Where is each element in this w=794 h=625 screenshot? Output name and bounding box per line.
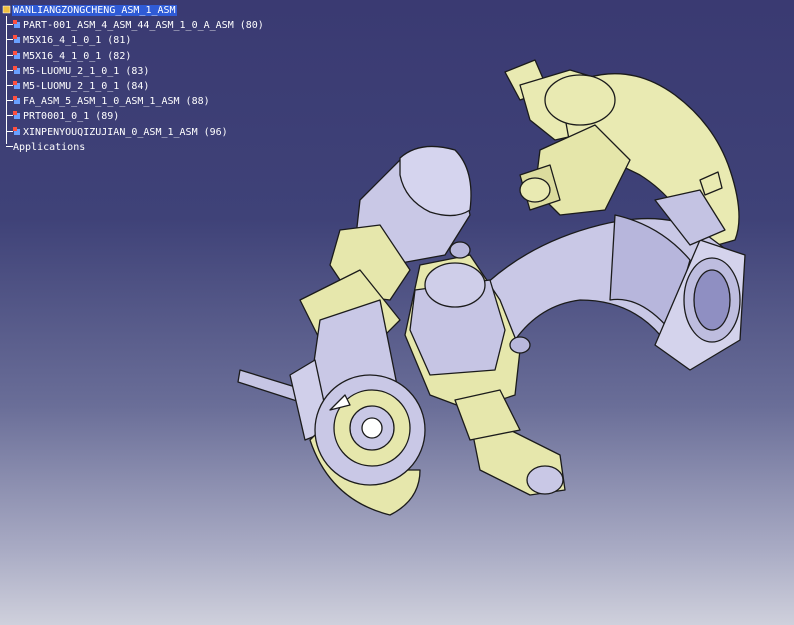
tree-applications-item[interactable]: Applications xyxy=(2,140,264,155)
tree-item[interactable]: M5-LUOMU_2_1_0_1 (83) xyxy=(2,64,264,79)
valve-bracket[interactable] xyxy=(237,269,426,516)
tree-applications-label: Applications xyxy=(13,141,86,153)
product-icon xyxy=(13,96,20,105)
injector-nozzle[interactable] xyxy=(454,389,566,496)
product-icon xyxy=(13,80,20,89)
product-icon xyxy=(13,20,20,29)
tree-item[interactable]: PRT0001_0_1 (89) xyxy=(2,109,264,124)
product-icon xyxy=(13,65,20,74)
tree-branch-line xyxy=(6,84,13,86)
tree-branch-line xyxy=(6,145,13,147)
tree-item-label: FA_ASM_5_ASM_1_0_ASM_1_ASM (88) xyxy=(23,96,210,108)
tree-root-label: WANLIANGZONGCHENG_ASM_1_ASM xyxy=(12,5,177,16)
tree-branch-line xyxy=(6,39,13,41)
tree-item[interactable]: XINPENYOUQIZUJIAN_0_ASM_1_ASM (96) xyxy=(2,125,264,140)
tree-item[interactable]: M5-LUOMU_2_1_0_1 (84) xyxy=(2,79,264,94)
tree-branch-line xyxy=(6,69,13,71)
tree-item-label: M5-LUOMU_2_1_0_1 (84) xyxy=(23,80,150,92)
product-icon xyxy=(13,126,20,135)
tree-branch-line xyxy=(6,54,13,56)
tree-item-label: PART-001_ASM_4_ASM_44_ASM_1_0_A_ASM (80) xyxy=(23,20,264,32)
specification-tree: WANLIANGZONGCHENG_ASM_1_ASM PART-001_ASM… xyxy=(2,3,264,155)
tree-item[interactable]: FA_ASM_5_ASM_1_0_ASM_1_ASM (88) xyxy=(2,94,264,109)
tree-item-label: PRT0001_0_1 (89) xyxy=(23,111,120,123)
tree-item-label: M5-LUOMU_2_1_0_1 (83) xyxy=(23,65,150,77)
tree-item[interactable]: M5X16_4_1_0_1 (81) xyxy=(2,33,264,48)
tree-item-label: M5X16_4_1_0_1 (82) xyxy=(23,50,132,62)
tree-branch-line xyxy=(6,100,13,102)
product-icon xyxy=(13,50,20,59)
tree-item-label: M5X16_4_1_0_1 (81) xyxy=(23,35,132,47)
assembly-icon xyxy=(2,5,11,14)
product-icon xyxy=(13,111,20,120)
product-icon xyxy=(13,35,20,44)
tree-branch-line xyxy=(6,24,13,26)
tree-branch-line xyxy=(6,115,13,117)
tree-item-label: XINPENYOUQIZUJIAN_0_ASM_1_ASM (96) xyxy=(23,126,228,138)
tree-item[interactable]: PART-001_ASM_4_ASM_44_ASM_1_0_A_ASM (80) xyxy=(2,18,264,33)
tree-root-item[interactable]: WANLIANGZONGCHENG_ASM_1_ASM xyxy=(2,3,264,18)
tree-branch-line xyxy=(6,130,13,132)
tree-item[interactable]: M5X16_4_1_0_1 (82) xyxy=(2,49,264,64)
